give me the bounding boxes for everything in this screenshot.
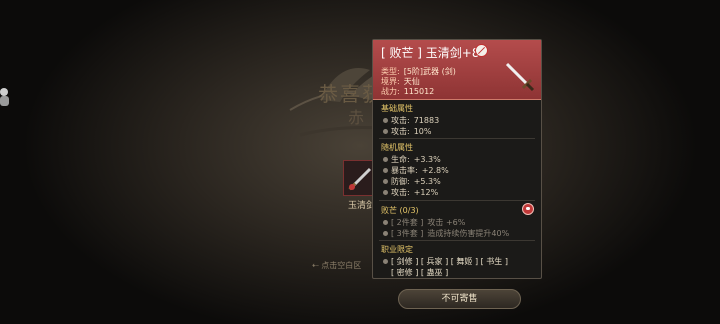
set-bonus-title: 败芒 (0/3) (381, 206, 419, 215)
game-screen: 恭喜获 赤 玉清剑 ⇠ 点击空白区 [ 败芒 ] 玉清剑+8 类型: [5阶]武器… (0, 0, 720, 324)
reward-item-label: 玉清剑 (348, 201, 376, 211)
divider (379, 138, 535, 139)
random-stat-row: 防御: +5.3% (383, 176, 441, 187)
tooltip-header: [ 败芒 ] 玉清剑+8 类型: [5阶]武器 (剑) 境界: 天仙 战力: 1150… (373, 40, 541, 100)
no-trade-icon (475, 44, 488, 57)
skull-icon[interactable] (522, 203, 534, 215)
tap-blank-hint[interactable]: ⇠ 点击空白区 (312, 260, 361, 271)
random-stats-title: 随机属性 (381, 143, 413, 152)
class-list: [ 剑修 ] [ 兵家 ] [ 舞姬 ] [ 书生 ] (383, 256, 508, 267)
hint-text: 点击空白区 (321, 261, 362, 270)
class-list: [ 密修 ] [ 蛊巫 ] (391, 268, 449, 277)
base-stat-row: 攻击: 71883 (383, 115, 439, 126)
item-sword-icon (505, 62, 535, 92)
arrow-icon: ⇠ (312, 261, 322, 270)
random-stat-row: 暴击率: +2.8% (383, 165, 449, 176)
set-bonus-row: [ 3件套 ] 造成持续伤害提升40% (383, 228, 509, 239)
base-stat-row: 攻击: 10% (383, 126, 431, 137)
divider (379, 200, 535, 201)
item-tooltip: [ 败芒 ] 玉清剑+8 类型: [5阶]武器 (剑) 境界: 天仙 战力: 1150… (372, 39, 542, 279)
reward-banner-subtitle: 赤 (348, 108, 365, 127)
set-bonus-row: [ 2件套 ] 攻击 +6% (383, 217, 465, 228)
base-stats-title: 基础属性 (381, 104, 413, 113)
item-power: 战力: 115012 (381, 87, 435, 96)
not-tradeable-button[interactable]: 不可寄售 (398, 289, 521, 309)
side-character-icon[interactable] (0, 86, 12, 108)
item-name: [ 败芒 ] 玉清剑+8 (381, 46, 480, 60)
random-stat-row: 攻击: +12% (383, 187, 438, 198)
divider (379, 240, 535, 241)
random-stat-row: 生命: +3.3% (383, 154, 441, 165)
class-restriction-title: 职业限定 (381, 245, 413, 254)
